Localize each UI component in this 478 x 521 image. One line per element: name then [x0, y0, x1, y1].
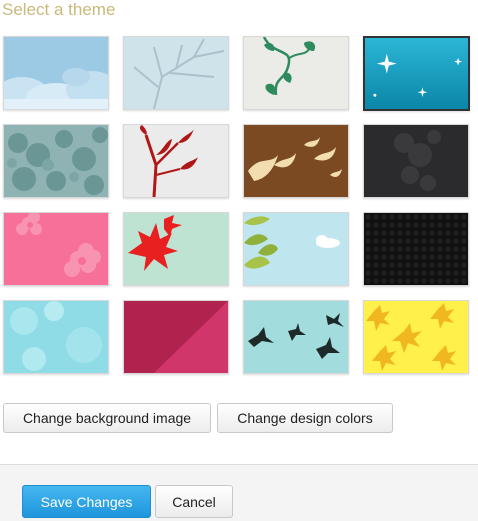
pink-flowers-thumbnail	[4, 213, 108, 285]
change-colors-button[interactable]: Change design colors	[217, 403, 393, 433]
theme-tile-green-leaves[interactable]	[243, 212, 349, 286]
change-background-button[interactable]: Change background image	[3, 403, 211, 433]
cancel-button[interactable]: Cancel	[155, 485, 233, 518]
green-vine-thumbnail	[244, 37, 348, 109]
theme-tile-pink-flowers[interactable]	[3, 212, 109, 286]
red-leaves-thumbnail	[124, 213, 228, 285]
theme-tile-yellow-maple[interactable]	[363, 300, 469, 374]
theme-tile-clouds[interactable]	[3, 36, 109, 110]
dialog-title: Select a theme	[2, 0, 116, 19]
theme-tile-foliage[interactable]	[3, 124, 109, 198]
red-branch-thumbnail	[124, 125, 228, 197]
yellow-maple-thumbnail	[364, 301, 468, 373]
dialog-footer: Save Changes Cancel	[0, 464, 478, 521]
theme-tile-green-vine[interactable]	[243, 36, 349, 110]
theme-tile-light-blue-bokeh[interactable]	[3, 300, 109, 374]
foliage-thumbnail	[4, 125, 108, 197]
theme-tile-magenta-diagonal[interactable]	[123, 300, 229, 374]
theme-tile-red-branch[interactable]	[123, 124, 229, 198]
theme-tile-dark-texture[interactable]	[363, 124, 469, 198]
theme-tile-bare-tree[interactable]	[123, 36, 229, 110]
save-changes-button[interactable]: Save Changes	[22, 485, 151, 518]
light-blue-bokeh-thumbnail	[4, 301, 108, 373]
theme-tile-sparkles[interactable]	[363, 36, 470, 111]
magenta-diagonal-thumbnail	[124, 301, 228, 373]
green-leaves-thumbnail	[244, 213, 348, 285]
dark-texture-thumbnail	[364, 125, 468, 197]
theme-tile-black-hexagons[interactable]	[363, 212, 469, 286]
theme-tile-birds-brown[interactable]	[243, 124, 349, 198]
black-hexagons-thumbnail	[364, 213, 468, 285]
theme-tile-black-birds[interactable]	[243, 300, 349, 374]
sparkles-thumbnail	[365, 38, 468, 109]
theme-tile-red-leaves[interactable]	[123, 212, 229, 286]
birds-brown-thumbnail	[244, 125, 348, 197]
clouds-thumbnail	[4, 37, 108, 109]
black-birds-thumbnail	[244, 301, 348, 373]
bare-tree-thumbnail	[124, 37, 228, 109]
